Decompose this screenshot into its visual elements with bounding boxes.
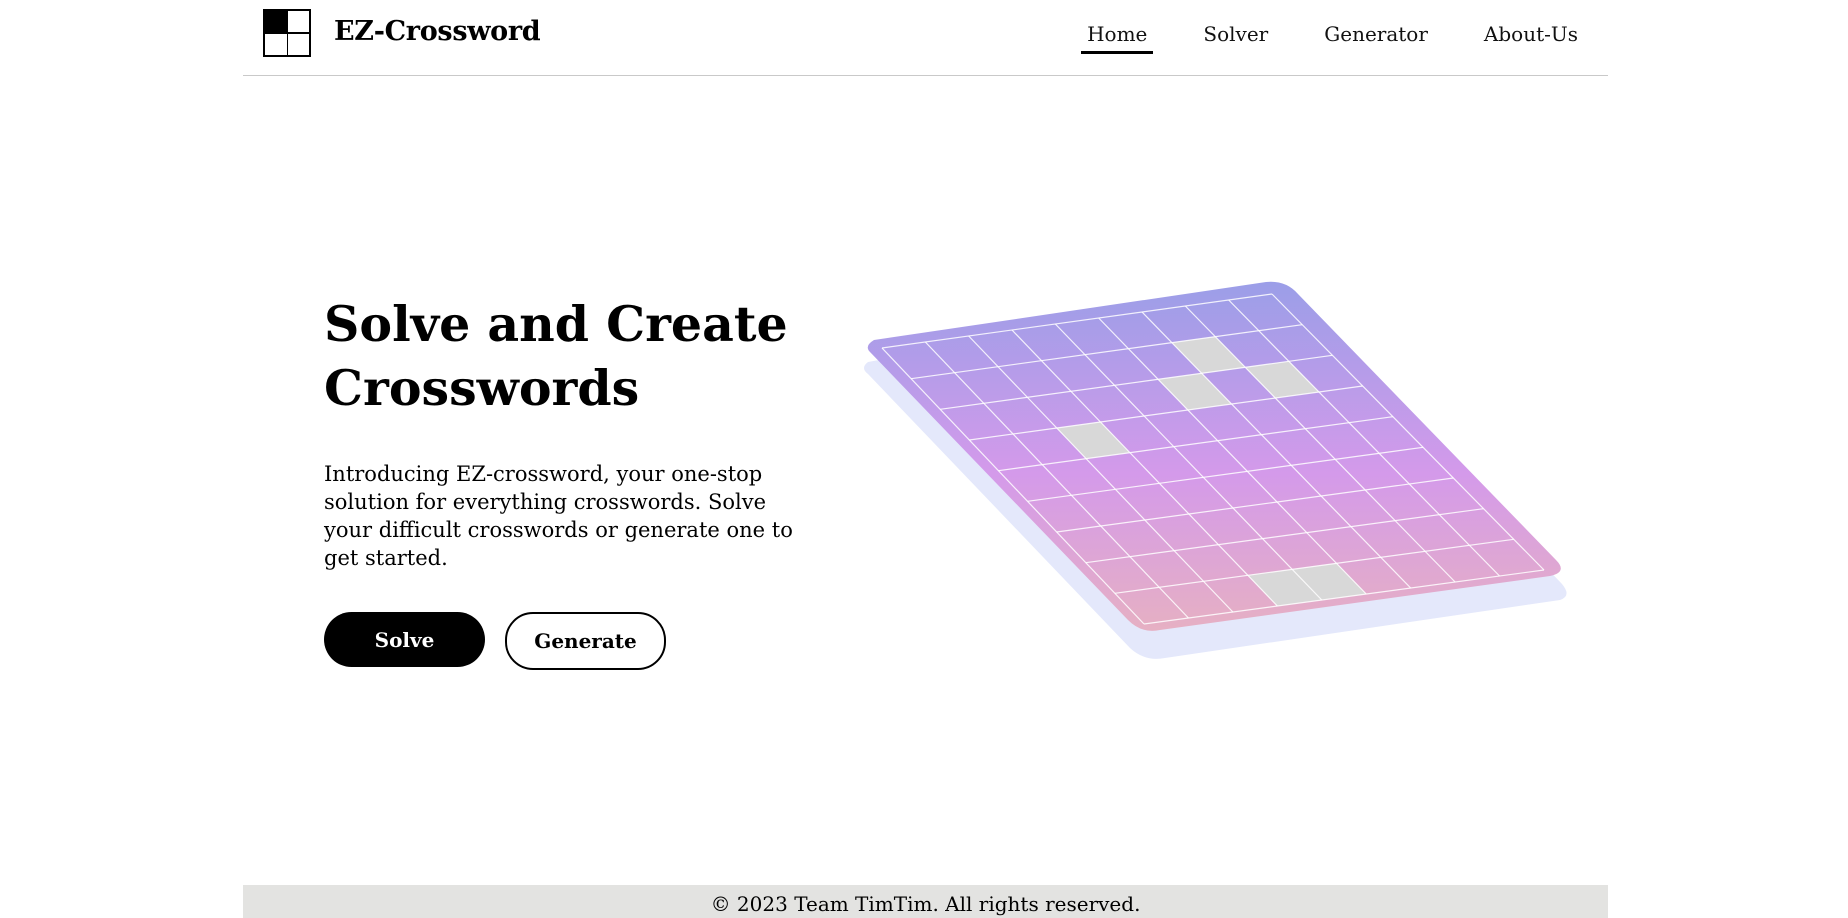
crossword-logo-icon[interactable] [263,9,311,57]
logo-black-cell [265,11,287,33]
nav-item-about-us[interactable]: About-Us [1478,22,1584,52]
crossword-grid-illustration [864,281,1567,659]
hero-title: Solve and Create Crosswords [324,295,788,417]
page: EZ-Crossword Home Solver Generator About… [0,0,1848,918]
copyright-text: © 2023 Team TimTim. All rights reserved. [710,892,1141,916]
logo-cell [287,11,309,33]
nav-item-solver[interactable]: Solver [1197,22,1274,52]
main-nav: Home Solver Generator About-Us [1081,22,1584,54]
site-footer: © 2023 Team TimTim. All rights reserved. [243,885,1608,918]
grid-board [867,281,1561,631]
nav-item-generator[interactable]: Generator [1318,22,1434,52]
brand-name[interactable]: EZ-Crossword [334,16,541,47]
logo-cell [287,33,309,55]
hero-description: Introducing EZ-crossword, your one-stop … [324,462,793,570]
solve-button[interactable]: Solve [324,612,485,667]
site-header: EZ-Crossword Home Solver Generator About… [243,0,1608,76]
generate-button[interactable]: Generate [505,612,666,670]
logo-cell [265,33,287,55]
nav-item-home[interactable]: Home [1081,22,1154,54]
